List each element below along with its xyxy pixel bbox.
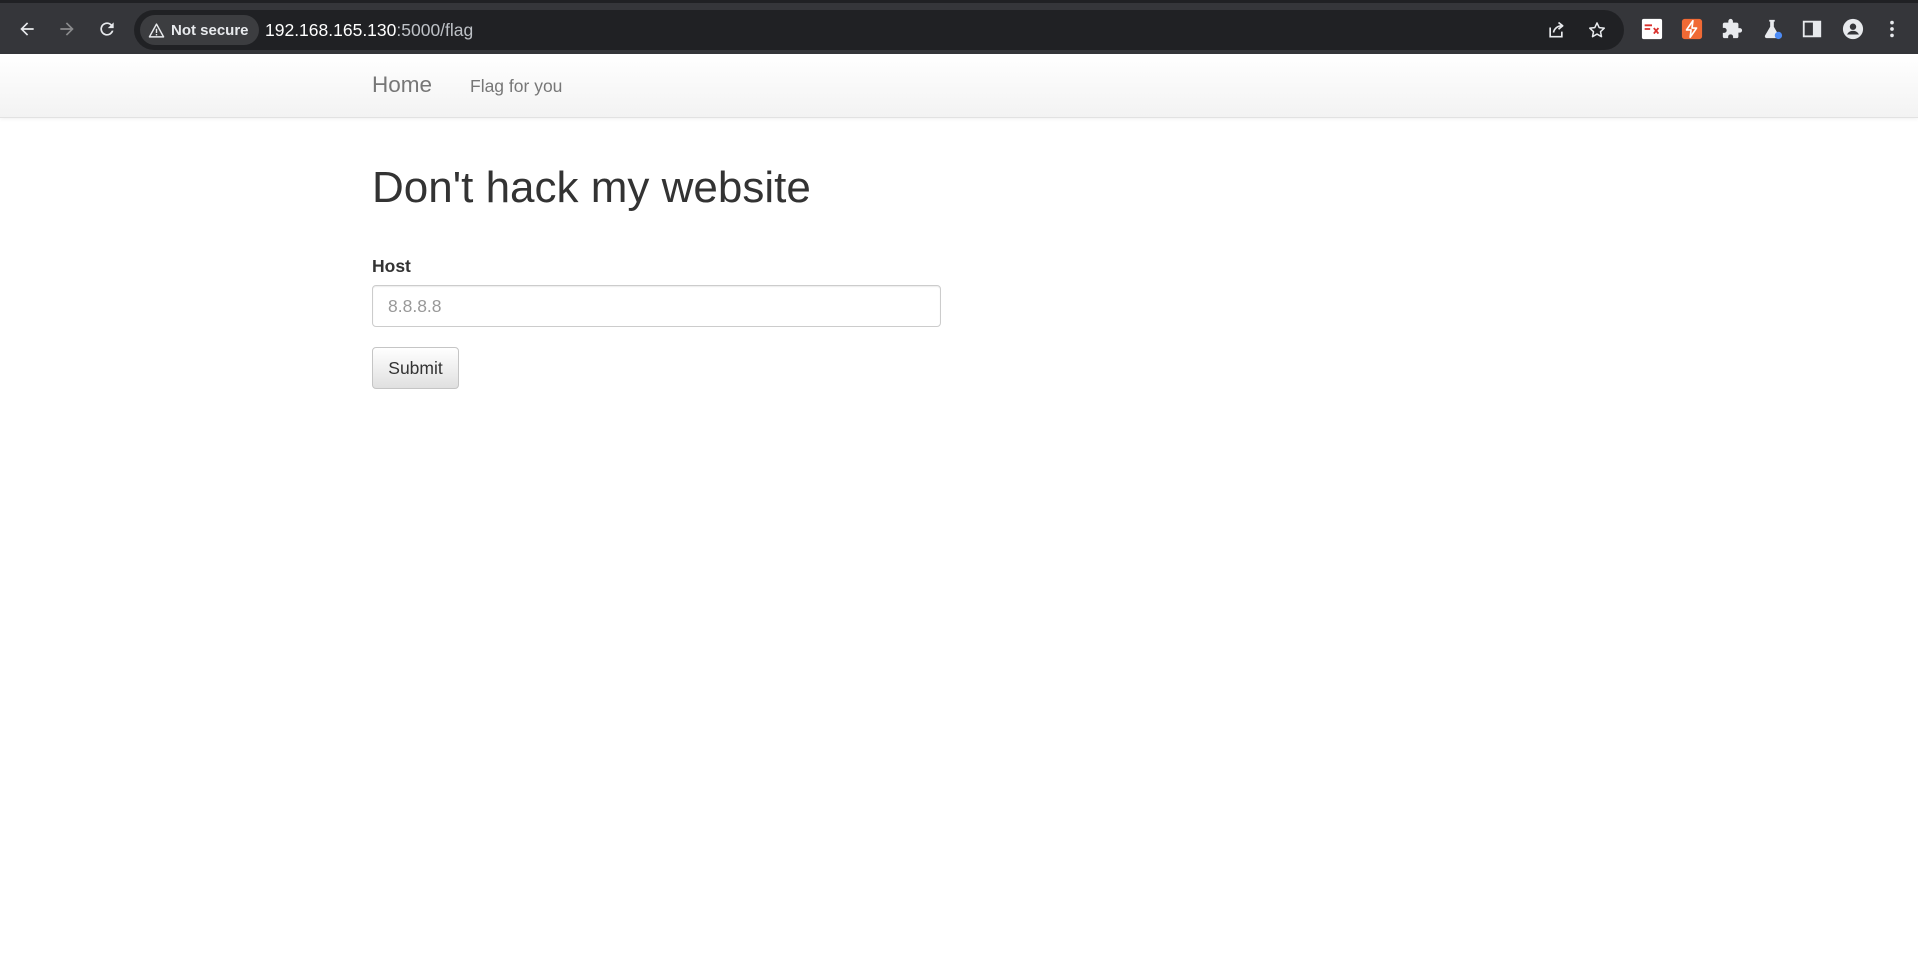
kebab-menu-icon — [1890, 20, 1894, 38]
browser-menu-button[interactable] — [1879, 16, 1905, 42]
arrow-left-icon — [20, 22, 34, 36]
url-text[interactable]: 192.168.165.130:5000/flag — [265, 20, 473, 41]
arrow-right-icon — [60, 22, 74, 36]
puzzle-icon — [1722, 18, 1743, 39]
host-label: Host — [372, 256, 411, 276]
bolt-extension-icon — [1681, 18, 1703, 40]
back-button[interactable] — [9, 11, 45, 47]
forward-button[interactable] — [49, 11, 85, 47]
site-navbar: Home Flag for you — [0, 54, 1918, 118]
labs-button[interactable] — [1759, 16, 1785, 42]
extensions-button[interactable] — [1719, 16, 1745, 42]
submit-button[interactable]: Submit — [372, 347, 459, 389]
star-icon — [1589, 22, 1605, 38]
side-panel-button[interactable] — [1799, 16, 1825, 42]
host-input[interactable] — [372, 285, 941, 327]
security-label: Not secure — [171, 21, 249, 39]
hackbar-extension-icon — [1641, 18, 1663, 40]
url-path: :5000/flag — [396, 20, 474, 40]
warning-triangle-icon — [148, 22, 165, 38]
hackbar-extension-button[interactable] — [1639, 16, 1665, 42]
share-button[interactable] — [1543, 17, 1569, 43]
browser-toolbar: Not secure 192.168.165.130:5000/flag — [0, 0, 1918, 54]
reload-icon — [100, 22, 114, 36]
address-bar[interactable]: Not secure 192.168.165.130:5000/flag — [134, 10, 1624, 50]
url-host: 192.168.165.130 — [265, 20, 397, 40]
security-indicator[interactable]: Not secure — [140, 15, 259, 45]
nav-link-flag-for-you[interactable]: Flag for you — [470, 76, 562, 97]
bookmark-button[interactable] — [1584, 17, 1610, 43]
reload-button[interactable] — [89, 11, 125, 47]
profile-icon — [1842, 18, 1864, 40]
side-panel-icon — [1802, 20, 1822, 38]
flask-icon — [1764, 19, 1783, 40]
navbar-brand-home[interactable]: Home — [372, 72, 432, 98]
profile-button[interactable] — [1840, 16, 1866, 42]
share-icon — [1549, 21, 1564, 38]
page-title: Don't hack my website — [372, 163, 811, 212]
bolt-extension-button[interactable] — [1679, 16, 1705, 42]
